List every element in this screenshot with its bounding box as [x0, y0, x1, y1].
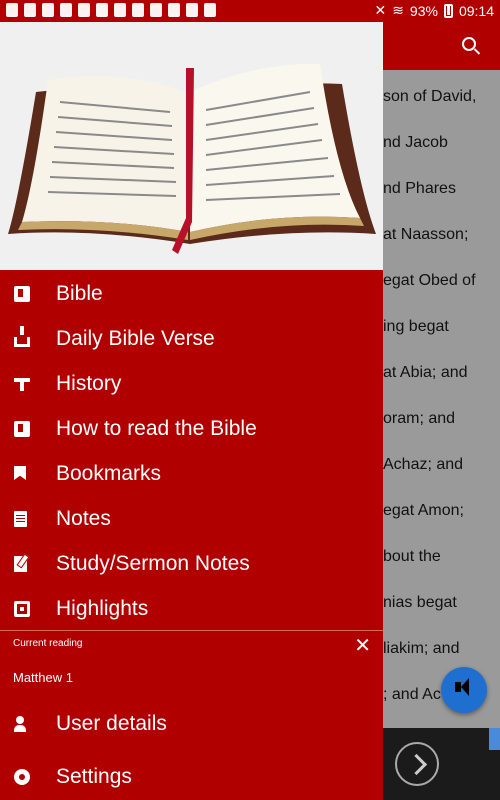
clock: 09:14: [458, 2, 494, 19]
menu-item-bible[interactable]: Bible: [0, 272, 383, 316]
text-line: oram; and: [383, 410, 456, 427]
book-icon: [14, 286, 30, 302]
text-line: bout the: [383, 548, 441, 565]
edit-note-icon: [14, 556, 27, 572]
menu-item-label: Notes: [56, 507, 111, 530]
notification-icon: [96, 3, 108, 17]
text-line: nd Phares: [383, 180, 456, 197]
menu-item-label: Highlights: [56, 597, 149, 620]
notification-icon: [42, 3, 54, 17]
notification-icon: [186, 3, 198, 17]
text-line: ; and Ac: [383, 686, 441, 703]
ad-indicator: [489, 728, 500, 750]
menu-item-label: History: [56, 372, 122, 395]
menu-item-history[interactable]: History: [0, 362, 383, 406]
navigation-drawer: Bible Daily Bible Verse History How to r…: [0, 22, 383, 800]
notification-icon: [78, 3, 90, 17]
menu-item-label: Settings: [56, 765, 132, 788]
gear-icon: [14, 769, 30, 785]
notification-icon: [132, 3, 144, 17]
current-reading-label: Current reading: [13, 638, 83, 649]
text-line: egat Amon;: [383, 502, 464, 519]
menu-item-notes[interactable]: Notes: [0, 497, 383, 541]
app-toolbar: [383, 22, 500, 70]
battery-icon: [443, 3, 453, 18]
speaker-icon: [455, 678, 469, 696]
menu-item-label: How to read the Bible: [56, 417, 257, 440]
chevron-right-icon[interactable]: [395, 742, 439, 786]
menu-item-label: Study/Sermon Notes: [56, 552, 250, 575]
close-icon[interactable]: ✕: [354, 633, 371, 658]
wifi-icon: ≋: [392, 2, 404, 18]
menu-item-bookmarks[interactable]: Bookmarks: [0, 452, 383, 496]
text-line: at Naasson;: [383, 226, 469, 243]
menu-item-how-to-read[interactable]: How to read the Bible: [0, 407, 383, 451]
menu-item-label: Bookmarks: [56, 462, 162, 485]
user-icon: [14, 716, 30, 732]
book-icon: [14, 421, 30, 437]
text-line: nd Jacob: [383, 134, 448, 151]
bible-text: son of David, nd Jacob nd Phares at Naas…: [383, 70, 500, 728]
text-line: egat Obed of: [383, 272, 476, 289]
mute-icon: ✕: [374, 2, 387, 18]
menu-item-label: User details: [56, 712, 167, 735]
divider: [0, 630, 383, 631]
text-line: at Abia; and: [383, 364, 468, 381]
ad-banner[interactable]: [383, 728, 500, 800]
notification-icons: [6, 3, 216, 17]
history-icon: [14, 376, 30, 392]
menu-item-label: Bible: [56, 282, 103, 305]
text-line: liakim; and: [383, 640, 460, 657]
bible-header-image: [0, 22, 383, 270]
highlight-icon: [14, 601, 30, 617]
notification-icon: [168, 3, 180, 17]
notification-icon: [6, 3, 18, 17]
menu-item-daily-verse[interactable]: Daily Bible Verse: [0, 317, 383, 361]
notification-icon: [24, 3, 36, 17]
text-line: Achaz; and: [383, 456, 464, 473]
battery-text: 93%: [409, 2, 438, 19]
notification-icon: [150, 3, 162, 17]
text-line: ing begat: [383, 318, 449, 335]
notification-icon: [60, 3, 72, 17]
bookmark-icon: [14, 466, 26, 480]
menu-item-sermon-notes[interactable]: Study/Sermon Notes: [0, 542, 383, 586]
menu-item-label: Daily Bible Verse: [56, 327, 215, 350]
current-reading-value[interactable]: Matthew 1: [13, 670, 73, 685]
notification-icon: [204, 3, 216, 17]
notification-icon: [114, 3, 126, 17]
menu-item-settings[interactable]: Settings: [0, 755, 383, 799]
menu-item-highlights[interactable]: Highlights: [0, 587, 383, 631]
audio-fab-button[interactable]: [441, 667, 487, 713]
download-icon: [14, 326, 30, 347]
status-bar: ✕ ≋ 93% 09:14: [0, 0, 500, 22]
menu-item-user-details[interactable]: User details: [0, 702, 383, 746]
search-icon[interactable]: [462, 37, 476, 51]
text-line: nias begat: [383, 594, 457, 611]
text-line: son of David,: [383, 88, 477, 105]
notes-icon: [14, 511, 27, 527]
